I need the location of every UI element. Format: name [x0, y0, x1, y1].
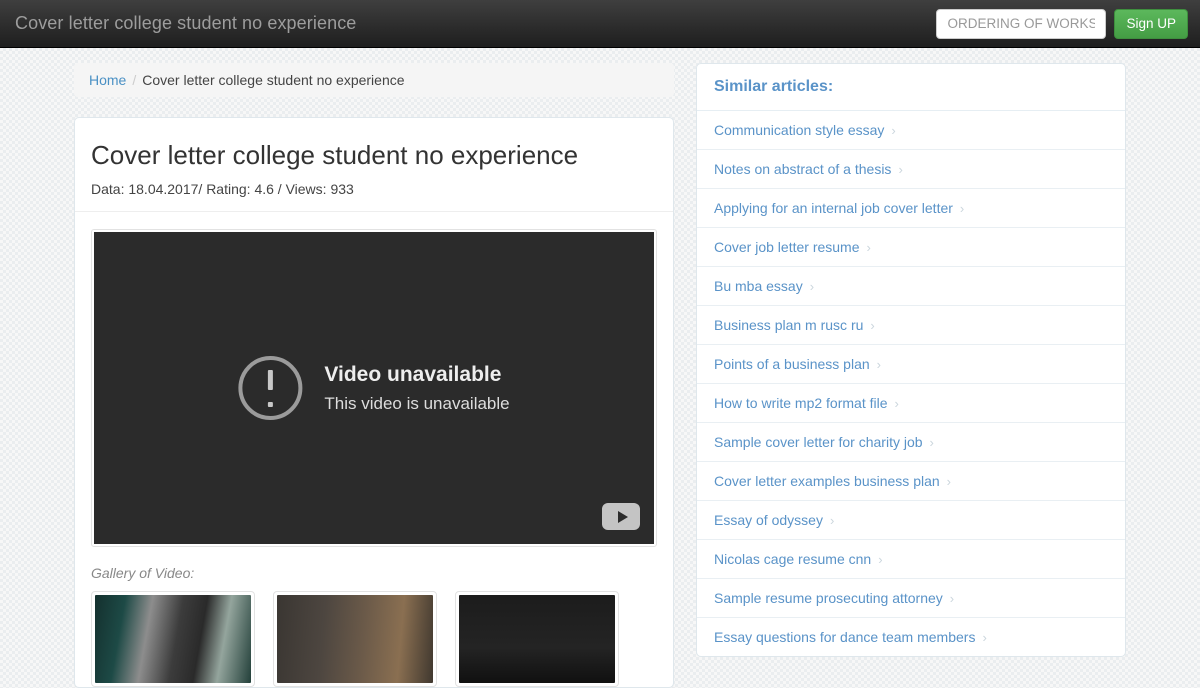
similar-articles-heading: Similar articles:: [697, 64, 1125, 111]
chevron-right-icon: ›: [876, 357, 881, 372]
sidebar-article-label: Nicolas cage resume cnn: [714, 551, 872, 567]
chevron-right-icon: ›: [829, 513, 835, 528]
gallery-thumbnail[interactable]: [91, 591, 255, 688]
video-gallery: [91, 591, 657, 688]
breadcrumb: Home / Cover letter college student no e…: [74, 63, 674, 97]
sidebar-article-link[interactable]: Applying for an internal job cover lette…: [697, 189, 1125, 228]
sidebar-article-label: Points of a business plan: [714, 356, 870, 372]
article-panel: Cover letter college student no experien…: [74, 117, 674, 688]
sidebar-article-label: Applying for an internal job cover lette…: [714, 200, 953, 216]
sidebar-article-label: Business plan m rusc ru: [714, 317, 864, 333]
sidebar-article-link[interactable]: Sample resume prosecuting attorney ›: [697, 579, 1125, 618]
video-message-texts: Video unavailable This video is unavaila…: [324, 361, 509, 416]
sidebar-article-link[interactable]: Essay of odyssey ›: [697, 501, 1125, 540]
sidebar-article-link[interactable]: Communication style essay ›: [697, 111, 1125, 150]
sidebar-article-label: Cover letter examples business plan: [714, 473, 940, 489]
chevron-right-icon: ›: [878, 552, 883, 567]
main-column: Home / Cover letter college student no e…: [74, 63, 674, 688]
video-unavailable-title: Video unavailable: [324, 362, 502, 386]
breadcrumb-home-link[interactable]: Home: [89, 72, 126, 88]
similar-articles-panel: Similar articles: Communication style es…: [696, 63, 1126, 657]
article-header: Cover letter college student no experien…: [75, 118, 673, 211]
sidebar-article-link[interactable]: How to write mp2 format file ›: [697, 384, 1125, 423]
thumbnail-image: [277, 595, 433, 684]
chevron-right-icon: ›: [982, 630, 987, 645]
sidebar-article-link[interactable]: Notes on abstract of a thesis ›: [697, 150, 1125, 189]
video-unavailable-message: Video unavailable This video is unavaila…: [238, 356, 510, 421]
chevron-right-icon: ›: [929, 435, 934, 450]
sidebar-article-label: Essay of odyssey: [714, 512, 823, 528]
article-body: Video unavailable This video is unavaila…: [75, 212, 673, 688]
page-title: Cover letter college student no experien…: [91, 140, 579, 170]
article-meta: Data: 18.04.2017/ Rating: 4.6 / Views: 9…: [91, 181, 354, 198]
gallery-label: Gallery of Video:: [91, 565, 195, 582]
sign-up-button[interactable]: Sign UP: [1114, 8, 1188, 39]
site-brand-title[interactable]: Cover letter college student no experien…: [0, 13, 356, 34]
chevron-right-icon: ›: [894, 396, 899, 411]
similar-articles-list: Communication style essay › Notes on abstr…: [697, 111, 1125, 656]
chevron-right-icon: ›: [949, 591, 955, 606]
sidebar-article-link[interactable]: Sample cover letter for charity job ›: [697, 423, 1125, 462]
video-screen[interactable]: Video unavailable This video is unavaila…: [94, 232, 654, 545]
sidebar-article-link[interactable]: Cover letter examples business plan ›: [697, 462, 1125, 501]
sidebar-article-label: Bu mba essay: [714, 278, 803, 294]
video-unavailable-subtitle: This video is unavailable: [324, 393, 510, 413]
chevron-right-icon: ›: [946, 474, 952, 489]
sidebar-article-label: How to write mp2 format file: [714, 395, 888, 411]
gallery-thumbnail[interactable]: [273, 591, 437, 688]
sidebar-article-link[interactable]: Points of a business plan ›: [697, 345, 1125, 384]
chevron-right-icon: ›: [866, 240, 871, 255]
sidebar-article-label: Notes on abstract of a thesis: [714, 161, 892, 177]
video-player[interactable]: Video unavailable This video is unavaila…: [91, 229, 657, 548]
chevron-right-icon: ›: [891, 123, 896, 138]
page-container: Home / Cover letter college student no e…: [74, 48, 1126, 688]
search-input[interactable]: [936, 8, 1107, 39]
sidebar-article-label: Communication style essay: [714, 122, 885, 138]
chevron-right-icon: ›: [898, 162, 903, 177]
thumbnail-image: [459, 595, 615, 684]
sidebar-article-label: Cover job letter resume: [714, 239, 860, 255]
sidebar-article-link[interactable]: Bu mba essay ›: [697, 267, 1125, 306]
sidebar-article-label: Sample resume prosecuting attorney: [714, 590, 943, 606]
sidebar-article-link[interactable]: Nicolas cage resume cnn ›: [697, 540, 1125, 579]
sidebar-article-link[interactable]: Business plan m rusc ru ›: [697, 306, 1125, 345]
sidebar-article-label: Sample cover letter for charity job: [714, 434, 923, 450]
exclamation-circle-icon: [238, 356, 303, 421]
chevron-right-icon: ›: [959, 201, 965, 216]
gallery-thumbnail[interactable]: [455, 591, 619, 688]
chevron-right-icon: ›: [809, 279, 815, 294]
sidebar-article-link[interactable]: Cover job letter resume ›: [697, 228, 1125, 267]
chevron-right-icon: ›: [870, 318, 875, 333]
thumbnail-image: [95, 595, 251, 684]
breadcrumb-current: Cover letter college student no experien…: [142, 72, 405, 88]
youtube-play-icon[interactable]: [602, 503, 640, 531]
sidebar-article-label: Essay questions for dance team members: [714, 629, 976, 645]
breadcrumb-separator: /: [132, 72, 137, 88]
navbar-actions: Sign UP: [936, 8, 1200, 39]
sidebar-article-link[interactable]: Essay questions for dance team members ›: [697, 618, 1125, 656]
top-navbar: Cover letter college student no experien…: [0, 0, 1200, 48]
play-triangle-icon: [617, 510, 628, 523]
sidebar-column: Similar articles: Communication style es…: [696, 63, 1126, 657]
